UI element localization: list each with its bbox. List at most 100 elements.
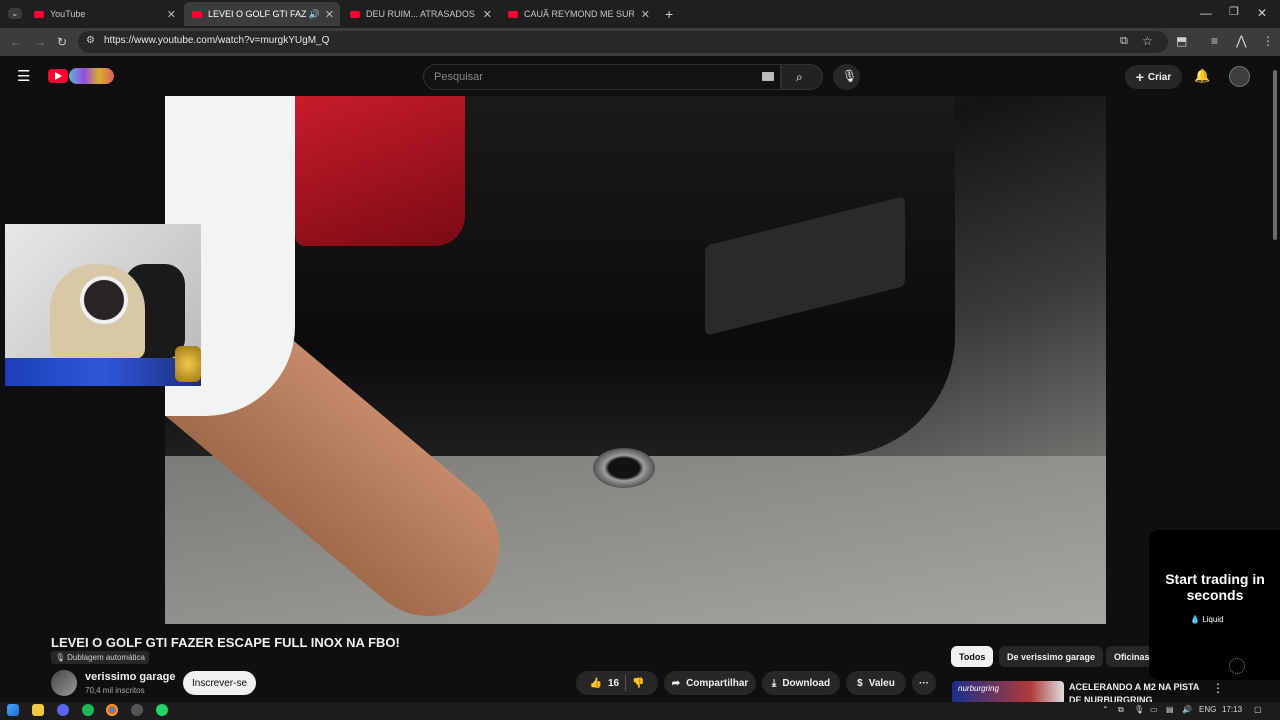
subscriber-count: 70,4 mil inscritos (85, 686, 145, 695)
chip-all[interactable]: Todos (951, 646, 994, 667)
windows-start-icon[interactable] (7, 704, 19, 716)
dubbing-icon: 🎙 (55, 653, 66, 662)
create-button[interactable]: + Criar (1125, 65, 1182, 89)
youtube-logo-icon[interactable] (48, 69, 68, 83)
file-explorer-icon[interactable] (32, 704, 44, 716)
audio-playing-icon[interactable]: 🔊 (309, 9, 320, 20)
voice-search-button[interactable]: 🎙 (833, 64, 860, 90)
tray-expand-icon[interactable]: ⌃ (1102, 705, 1109, 714)
like-count: 16 (607, 677, 620, 689)
share-icon: ➦ (671, 677, 681, 689)
search-icon: ⌕ (796, 70, 803, 84)
dubbing-label: Dublagem automática (67, 653, 145, 662)
restore-icon[interactable]: ❐ (1229, 7, 1239, 18)
bookmark-star-icon[interactable]: ☆ (1142, 35, 1153, 47)
download-button[interactable]: ⤓ Download (762, 671, 840, 695)
minimize-icon[interactable]: — (1200, 7, 1212, 19)
tray-notifications-icon[interactable]: ▢ (1254, 705, 1262, 714)
more-horizontal-icon: ··· (919, 677, 929, 689)
tab-close-icon[interactable]: ✕ (641, 8, 650, 21)
video-frame-exhaust (593, 448, 655, 488)
like-button[interactable]: 👍 16 (589, 678, 619, 689)
youtube-favicon-icon (508, 10, 518, 18)
webcam-banner (5, 358, 201, 386)
discord-icon[interactable] (57, 704, 69, 716)
tab-youtube[interactable]: YouTube ✕ (26, 2, 182, 26)
obs-icon[interactable] (131, 704, 143, 716)
more-actions-button[interactable]: ··· (912, 671, 936, 695)
tray-usb-icon[interactable]: ⧉ (1118, 705, 1124, 715)
video-player[interactable] (165, 96, 1106, 624)
video-frame-tail-light (295, 96, 465, 246)
tab-close-icon[interactable]: ✕ (325, 8, 334, 21)
search-button[interactable]: ⌕ (781, 64, 823, 90)
download-icon: ⤓ (771, 677, 777, 689)
browser-menu-icon[interactable]: ⋮ (1262, 35, 1274, 47)
dislike-button[interactable]: 👎 (632, 678, 644, 689)
dubbing-badge[interactable]: 🎙 Dublagem automática (51, 651, 149, 664)
spotify-icon[interactable] (82, 704, 94, 716)
os-taskbar (0, 702, 1280, 720)
tab-deu-ruim[interactable]: DEU RUIM... ATRASADOS DE P ✕ (342, 2, 498, 26)
tab-close-icon[interactable]: ✕ (167, 8, 176, 21)
page-scrollbar[interactable] (1273, 70, 1277, 240)
ad-brand: Liquid (1202, 615, 1224, 624)
chip-from-channel[interactable]: De verissimo garage (999, 646, 1104, 667)
tab-current-video[interactable]: LEVEI O GOLF GTI FAZER ES 🔊 ✕ (184, 2, 340, 26)
thumbnail-text: nurburgring (958, 684, 999, 693)
tray-mic-icon[interactable]: 🎙 (1134, 705, 1144, 714)
tab-label: YouTube (50, 9, 86, 19)
youtube-favicon-icon (34, 10, 44, 18)
thanks-label: Valeu (868, 677, 895, 689)
new-tab-icon[interactable]: + (665, 7, 673, 21)
ad-headline: Start trading in seconds (1165, 571, 1265, 603)
media-control-icon[interactable]: ≡ (1211, 35, 1218, 47)
thumbs-up-icon: 👍 (589, 677, 602, 689)
site-info-icon[interactable]: ⚙ (86, 36, 95, 46)
video-title: LEVEI O GOLF GTI FAZER ESCAPE FULL INOX … (51, 635, 400, 650)
thumbs-down-icon: 👎 (632, 677, 645, 689)
create-label: Criar (1147, 71, 1172, 83)
tab-caua-reymond[interactable]: CAUÃ REYMOND ME SURPREE ✕ (500, 2, 656, 26)
liquid-drop-icon: 💧 (1190, 615, 1200, 624)
tab-search-icon[interactable]: ⌄ (8, 8, 22, 19)
ad-watermark-icon (1229, 658, 1245, 674)
chrome-icon[interactable] (106, 704, 118, 716)
super-thanks-icon: $ (857, 677, 863, 689)
channel-avatar[interactable] (51, 670, 77, 696)
youtube-favicon-icon (350, 10, 360, 18)
whatsapp-icon[interactable] (156, 704, 168, 716)
plus-icon: + (1135, 69, 1144, 85)
forward-icon[interactable]: → (34, 36, 46, 48)
hamburger-menu-icon[interactable]: ☰ (17, 69, 30, 84)
tray-volume-icon[interactable]: 🔊 (1182, 705, 1192, 714)
tray-language[interactable]: ENG (1199, 705, 1216, 714)
reload-icon[interactable]: ↻ (57, 36, 67, 48)
search-input[interactable]: Pesquisar (423, 64, 781, 90)
profile-icon[interactable]: ⋀ (1236, 34, 1247, 47)
back-icon[interactable]: ← (10, 36, 22, 48)
share-button[interactable]: ➦ Compartilhar (664, 671, 756, 695)
webcam-head (80, 276, 128, 324)
ad-brand-row: 💧 Liquid (1190, 615, 1224, 624)
tray-network-icon[interactable]: ▭ (1150, 705, 1158, 714)
url-text[interactable]: https://www.youtube.com/watch?v=murgkYUg… (104, 35, 329, 46)
install-app-icon[interactable]: ⧉ (1120, 36, 1128, 47)
notifications-bell-icon[interactable]: 🔔 (1194, 69, 1210, 82)
keyboard-icon[interactable] (762, 72, 774, 81)
tray-wifi-icon[interactable]: ▤ (1166, 705, 1174, 714)
tab-close-icon[interactable]: ✕ (483, 8, 492, 21)
thanks-button[interactable]: $ Valeu (846, 671, 906, 695)
channel-name[interactable]: verissimo garage (85, 671, 176, 683)
window-close-icon[interactable]: ✕ (1257, 7, 1267, 19)
extensions-icon[interactable]: ⬒ (1176, 35, 1187, 47)
subscribe-button[interactable]: Inscrever-se (183, 671, 256, 695)
tab-label: DEU RUIM... ATRASADOS DE P (366, 9, 476, 19)
tray-clock[interactable]: 17:13 (1222, 705, 1242, 714)
recommendation-menu-icon[interactable]: ⋮ (1212, 682, 1224, 694)
ad-card[interactable] (1149, 530, 1280, 680)
youtube-doodle-logo[interactable] (69, 68, 114, 84)
tab-label: LEVEI O GOLF GTI FAZER ES (208, 9, 306, 19)
microphone-icon: 🎙 (842, 69, 858, 83)
account-avatar[interactable] (1229, 66, 1250, 87)
